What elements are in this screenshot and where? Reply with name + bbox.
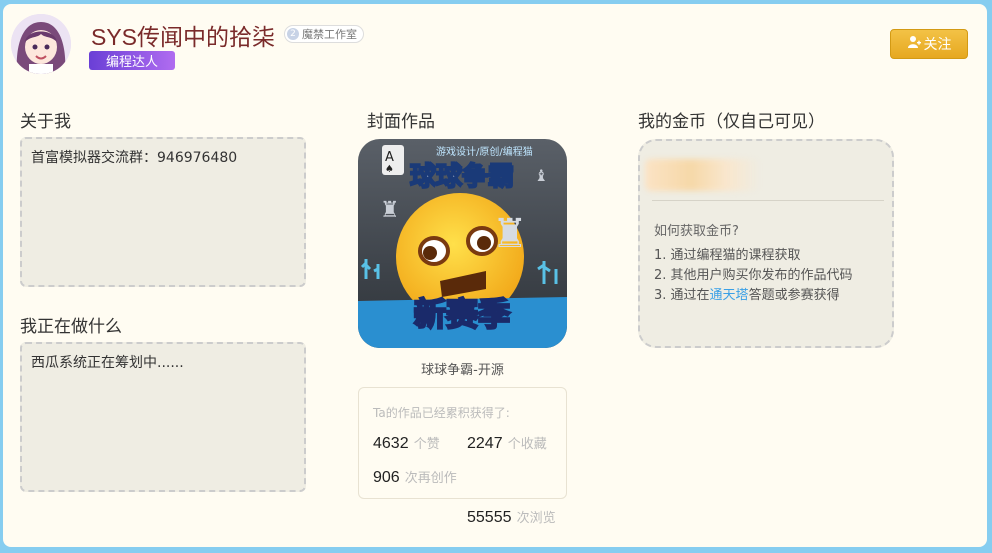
studio-tag[interactable]: 2 魔禁工作室 [284, 25, 364, 43]
svg-text:♝: ♝ [534, 166, 548, 185]
doing-text: 西瓜系统正在筹划中...... [31, 355, 184, 371]
likes-unit: 个赞 [413, 437, 440, 452]
cover-work-image[interactable]: A ♠ 游戏设计/原创/编程猫 球球争霸 ♜ ♝ ♜ 新赛季 [358, 139, 567, 348]
coin-amount-hidden [645, 159, 760, 191]
stat-likes: 4632 个赞 [373, 433, 463, 454]
avatar[interactable] [11, 14, 71, 74]
svg-text:♜: ♜ [380, 198, 400, 223]
studio-label: 魔禁工作室 [302, 28, 357, 41]
svg-text:A: A [385, 150, 394, 165]
tower-link[interactable]: 通天塔 [710, 288, 749, 303]
about-box: 首富模拟器交流群：946976480 [20, 137, 306, 287]
studio-number: 2 [287, 28, 299, 40]
stats-title: Ta的作品已经累积获得了: [373, 406, 510, 420]
follow-button[interactable]: 关注 [890, 29, 968, 59]
coins-step-3: 3. 通过在通天塔答题或参赛获得 [654, 284, 840, 303]
title-badge: 编程达人 [89, 51, 175, 70]
doing-title: 我正在做什么 [20, 317, 122, 337]
user-icon [907, 35, 921, 53]
doing-box: 西瓜系统正在筹划中...... [20, 342, 306, 492]
divider [652, 200, 884, 201]
work-name-link[interactable]: 球球争霸-开源 [358, 359, 567, 378]
views-count: 55555 [467, 509, 512, 526]
svg-text:♠: ♠ [385, 164, 394, 175]
coins-step-3-prefix: 3. 通过在 [654, 288, 710, 303]
stat-remixes: 906 次再创作 [373, 467, 463, 488]
likes-count: 4632 [373, 435, 409, 452]
svg-text:♜: ♜ [492, 211, 528, 257]
cover-name-bottom: 新赛季 [414, 295, 510, 333]
about-title: 关于我 [20, 112, 71, 132]
coins-question: 如何获取金币? [654, 224, 739, 239]
profile-panel: SYS传闻中的拾柒 2 魔禁工作室 编程达人 关注 关于我 首富模拟器交流群：9… [3, 4, 987, 547]
favorites-unit: 个收藏 [507, 437, 547, 452]
coins-step-3-suffix: 答题或参赛获得 [748, 288, 840, 303]
favorites-count: 2247 [467, 435, 503, 452]
remixes-count: 906 [373, 469, 400, 486]
username: SYS传闻中的拾柒 [91, 24, 276, 50]
cover-title: 封面作品 [367, 112, 435, 132]
remixes-unit: 次再创作 [404, 471, 457, 486]
cover-name-top: 球球争霸 [410, 162, 514, 192]
stat-views: 55555 次浏览 [467, 507, 557, 528]
cover-tag: 游戏设计/原创/编程猫 [436, 145, 533, 158]
about-text: 首富模拟器交流群：946976480 [31, 150, 238, 166]
coins-box: 如何获取金币? 1. 通过编程猫的课程获取 2. 其他用户购买你发布的作品代码 … [638, 139, 894, 348]
stats-card: Ta的作品已经累积获得了: 4632 个赞 2247 个收藏 906 次再创作 … [358, 387, 567, 526]
views-unit: 次浏览 [516, 511, 556, 526]
coins-step-2: 2. 其他用户购买你发布的作品代码 [654, 268, 853, 283]
follow-label: 关注 [923, 37, 952, 53]
stat-favorites: 2247 个收藏 [467, 433, 557, 454]
coins-step-1: 1. 通过编程猫的课程获取 [654, 248, 801, 263]
coins-title: 我的金币（仅自己可见） [638, 112, 825, 132]
